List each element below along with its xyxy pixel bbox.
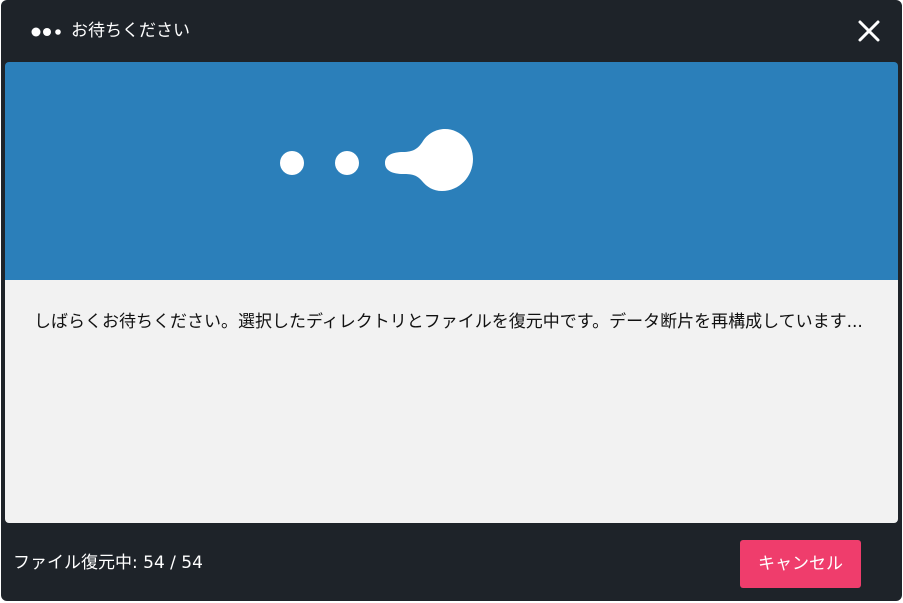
loading-dots-icon <box>280 129 473 191</box>
dialog-footer: ファイル復元中: 54 / 54 キャンセル <box>1 523 902 601</box>
restore-status: ファイル復元中: 54 / 54 <box>13 553 203 573</box>
loading-dots-icon <box>31 27 61 37</box>
close-icon[interactable] <box>856 18 882 44</box>
dialog-banner <box>5 62 898 280</box>
loading-dialog: お待ちください しばらくお待ちください。選択したディレクトリとファイルを復元中で… <box>1 0 902 601</box>
dialog-content: しばらくお待ちください。選択したディレクトリとファイルを復元中です。データ断片を… <box>5 280 898 523</box>
dialog-title: お待ちください <box>71 21 190 41</box>
dialog-titlebar: お待ちください <box>1 0 902 62</box>
progress-message: しばらくお待ちください。選択したディレクトリとファイルを復元中です。データ断片を… <box>34 312 863 332</box>
cancel-button[interactable]: キャンセル <box>740 540 861 588</box>
